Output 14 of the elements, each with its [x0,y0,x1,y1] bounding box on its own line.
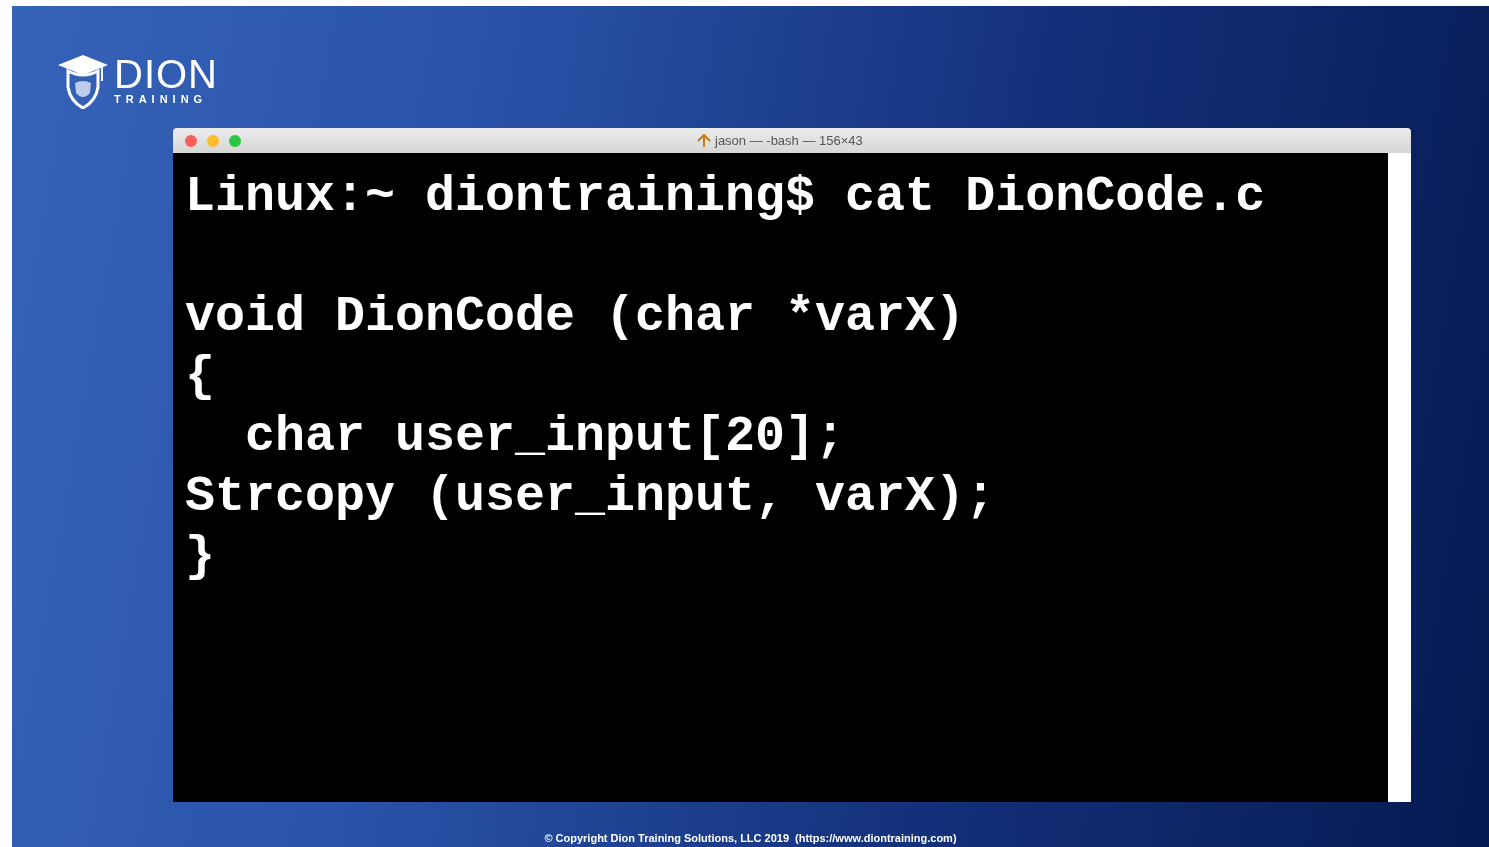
window-title: jason — -bash — 156×43 [715,133,863,148]
logo-wordmark: DION [114,55,218,93]
zoom-button[interactable] [229,134,241,147]
code-line: void DionCode (char *varX) [185,287,967,347]
code-line: } [185,527,216,587]
close-button[interactable] [185,134,197,147]
code-line: { [185,347,216,407]
code-line: char user_input[20]; [244,407,847,467]
website-link[interactable]: (https://www.diontraining.com) [795,832,957,844]
logo-tagline: TRAINING [114,93,209,105]
minimize-button[interactable] [207,134,219,147]
code-line: Linux:~ diontraining$ cat DionCode.c [185,167,1267,227]
code-line: Strcopy (user_input, varX); [185,467,997,527]
copyright-text: © Copyright Dion Training Solutions, LLC 2019 [544,832,790,844]
